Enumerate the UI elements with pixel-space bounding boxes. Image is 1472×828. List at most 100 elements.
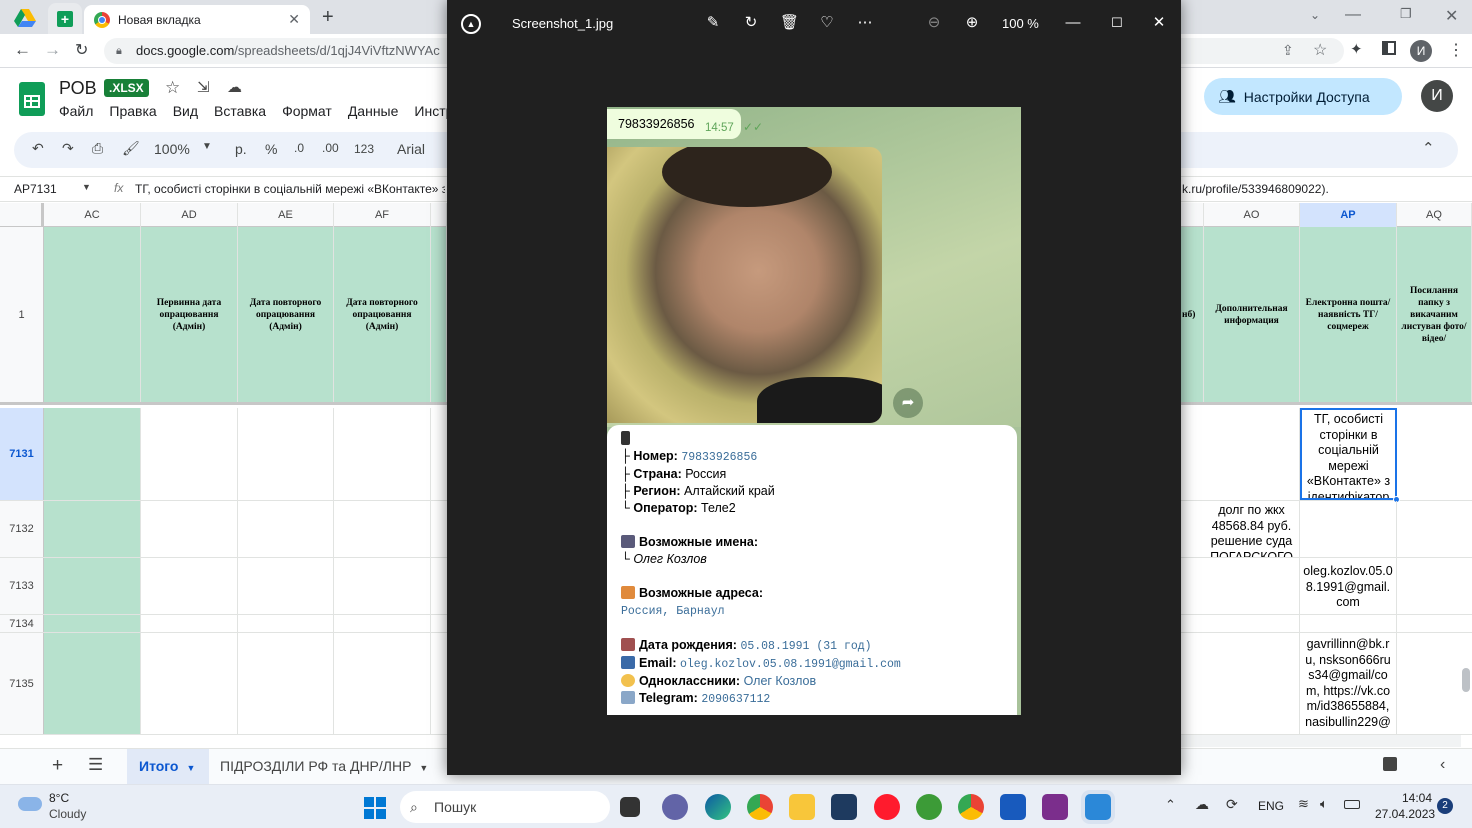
window-close-icon[interactable]: ✕ (1445, 6, 1458, 26)
table-cell[interactable] (141, 408, 238, 500)
wifi-icon[interactable]: ≋ (1298, 796, 1309, 812)
menu-edit[interactable]: Правка (109, 103, 156, 119)
header-cell-ad[interactable]: Первинна дата опрацювання (Адмін) (141, 227, 238, 402)
sync-icon[interactable]: ⟳ (1226, 796, 1238, 813)
language-indicator[interactable]: ENG (1258, 799, 1284, 813)
edge-icon[interactable] (705, 794, 731, 820)
selected-cell-ap7131[interactable]: ТГ, особисті сторінки в соціальній мереж… (1300, 408, 1397, 500)
table-cell[interactable] (1204, 615, 1300, 632)
side-panel-icon[interactable] (1382, 41, 1396, 55)
all-sheets-icon[interactable]: ☰ (88, 755, 103, 775)
table-cell[interactable] (1300, 615, 1397, 632)
column-header[interactable]: AC (44, 203, 141, 227)
taskbar-search[interactable]: ⌕ Пошук (400, 791, 610, 823)
star-icon[interactable]: ☆ (165, 78, 180, 98)
profile-avatar[interactable]: И (1410, 40, 1432, 62)
table-cell[interactable] (44, 615, 141, 632)
header-cell-af[interactable]: Дата повторного опрацювання (Адмін) (334, 227, 431, 402)
drive-tab-icon[interactable] (14, 8, 36, 28)
tab-search-icon[interactable]: ⌄ (1310, 8, 1320, 22)
undo-icon[interactable]: ↶ (32, 140, 44, 157)
doc-title[interactable]: РОВ (59, 78, 97, 99)
start-button[interactable] (364, 797, 386, 819)
weather-desc[interactable]: Cloudy (49, 807, 86, 821)
table-cell[interactable] (1204, 408, 1300, 500)
winrar-icon[interactable] (1042, 794, 1068, 820)
browser-tab-active[interactable]: Новая вкладка ✕ (84, 5, 310, 34)
clock-time[interactable]: 14:04 (1402, 791, 1432, 805)
add-sheet-icon[interactable]: + (52, 755, 63, 777)
tab-dropdown-icon[interactable]: ▼ (186, 763, 195, 773)
tab-close-icon[interactable]: ✕ (288, 11, 300, 28)
table-cell[interactable] (44, 558, 141, 614)
menu-tools[interactable]: Инстр (414, 103, 449, 119)
name-box[interactable]: AP7131 (14, 182, 57, 196)
sheets-tab[interactable]: + (48, 3, 82, 34)
new-tab-button[interactable]: + (322, 6, 334, 29)
paint-format-icon[interactable]: 🖌︎ (122, 140, 140, 157)
chrome-taskbar-icon[interactable] (747, 794, 773, 820)
sheet-tab-active[interactable]: Итого ▼ (127, 749, 209, 784)
column-header[interactable]: AD (141, 203, 238, 227)
ok-profile-link[interactable]: Олег Козлов (744, 674, 817, 688)
zoom-select[interactable]: 100% (154, 141, 190, 157)
share-page-icon[interactable]: ⇪ (1282, 42, 1294, 59)
row-number[interactable]: 7135 (0, 633, 44, 734)
redo-icon[interactable]: ↷ (62, 140, 74, 157)
viewer-maximize-icon[interactable]: ☐ (1108, 14, 1126, 32)
task-view-icon[interactable] (620, 797, 640, 817)
menu-view[interactable]: Вид (173, 103, 198, 119)
table-cell[interactable] (334, 633, 431, 734)
menu-format[interactable]: Формат (282, 103, 332, 119)
delete-icon[interactable]: 🗑︎ (780, 14, 799, 32)
table-cell[interactable] (44, 408, 141, 500)
favorite-icon[interactable]: ♡ (818, 14, 836, 32)
currency-format[interactable]: р. (235, 141, 247, 157)
forward-message-icon[interactable]: ➦ (893, 388, 923, 418)
tray-overflow-icon[interactable]: ⌃ (1165, 797, 1176, 813)
table-cell[interactable] (44, 633, 141, 734)
font-select[interactable]: Arial (397, 141, 425, 157)
table-cell[interactable] (141, 501, 238, 557)
header-cell-ae[interactable]: Дата повторного опрацювання (Адмін) (238, 227, 334, 402)
horizontal-scrollbar[interactable] (1181, 735, 1461, 747)
explore-icon[interactable] (1383, 757, 1397, 771)
column-header-selected[interactable]: AP (1300, 203, 1397, 227)
name-box-dropdown-icon[interactable]: ▼ (82, 182, 91, 192)
table-cell[interactable] (238, 558, 334, 614)
header-cell-ap[interactable]: Електронна пошта/наявність ТГ/соцмереж (1300, 227, 1397, 402)
rotate-icon[interactable]: ↻ (742, 14, 760, 32)
onedrive-icon[interactable]: ☁ (1195, 796, 1209, 813)
decrease-decimal[interactable]: .0 (294, 141, 304, 155)
zoom-in-icon[interactable]: ⊕ (963, 14, 981, 32)
formula-text-tail[interactable]: k.ru/profile/533946809022). (1182, 182, 1329, 196)
row-number-selected[interactable]: 7131 (0, 408, 44, 500)
table-cell[interactable] (334, 501, 431, 557)
volume-icon[interactable]: 🔈︎ (1320, 796, 1328, 812)
menu-insert[interactable]: Вставка (214, 103, 266, 119)
more-icon[interactable]: ⋯ (856, 14, 874, 32)
viewer-minimize-icon[interactable]: — (1064, 14, 1082, 32)
clock-date[interactable]: 27.04.2023 (1375, 807, 1435, 821)
column-header[interactable]: AF (334, 203, 431, 227)
number-format[interactable]: 123 (354, 142, 374, 156)
formula-text[interactable]: ТГ, особисті сторінки в соціальній мереж… (135, 182, 445, 196)
table-cell[interactable] (44, 501, 141, 557)
vertical-scrollbar-thumb[interactable] (1462, 668, 1470, 692)
row-number[interactable]: 7132 (0, 501, 44, 557)
column-header[interactable] (1181, 203, 1204, 227)
opera-icon[interactable] (874, 794, 900, 820)
notification-badge[interactable]: 2 (1437, 798, 1453, 814)
increase-decimal[interactable]: .00 (322, 141, 339, 155)
chrome-profile-icon[interactable] (958, 794, 984, 820)
table-cell[interactable] (334, 408, 431, 500)
print-icon[interactable]: ⎙ (92, 140, 103, 157)
phone-number[interactable]: 79833926856 (681, 451, 757, 464)
table-cell[interactable] (1204, 633, 1300, 734)
collapse-side-icon[interactable]: ‹ (1440, 756, 1445, 774)
table-cell[interactable] (141, 558, 238, 614)
gallery-icon[interactable]: ▲ (461, 14, 481, 34)
window-restore-icon[interactable]: ❐ (1400, 6, 1412, 22)
sheets-logo-icon[interactable] (19, 82, 45, 116)
torrent-icon[interactable] (916, 794, 942, 820)
